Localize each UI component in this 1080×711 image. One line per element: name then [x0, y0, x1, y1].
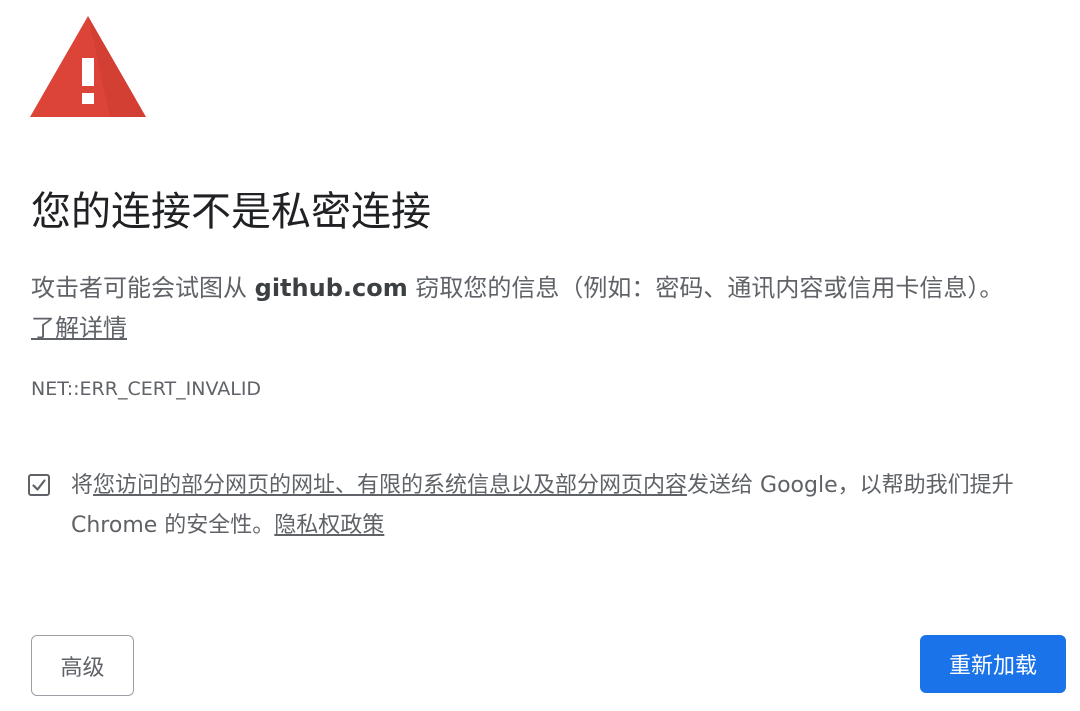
page-title: 您的连接不是私密连接 — [31, 189, 431, 235]
optin-line2: Chrome 的安全性。 — [71, 513, 275, 538]
domain-name: github.com — [254, 274, 408, 302]
error-code: NET::ERR_CERT_INVALID — [31, 378, 262, 400]
optin-checkbox[interactable] — [28, 474, 50, 496]
explanation-after: 窃取您的信息（例如：密码、通讯内容或信用卡信息）。 — [407, 274, 1004, 302]
explanation-text: 攻击者可能会试图从 github.com 窃取您的信息（例如：密码、通讯内容或信… — [31, 268, 1071, 348]
explanation-before: 攻击者可能会试图从 — [31, 274, 255, 302]
optin-prefix: 将 — [71, 473, 94, 498]
checkmark-icon — [32, 479, 46, 491]
reload-button[interactable]: 重新加载 — [920, 635, 1066, 693]
optin-text: 将您访问的部分网页的网址、有限的系统信息以及部分网页内容发送给 Google，以… — [71, 466, 1061, 546]
learn-more-link[interactable]: 了解详情 — [31, 314, 127, 342]
optin-suffix: 发送给 Google，以帮助我们提升 — [687, 473, 1014, 498]
privacy-policy-link[interactable]: 隐私权政策 — [274, 513, 384, 538]
optin-details-link[interactable]: 您访问的部分网页的网址、有限的系统信息以及部分网页内容 — [93, 473, 687, 498]
warning-triangle-icon — [30, 16, 146, 117]
advanced-button[interactable]: 高级 — [31, 635, 134, 696]
